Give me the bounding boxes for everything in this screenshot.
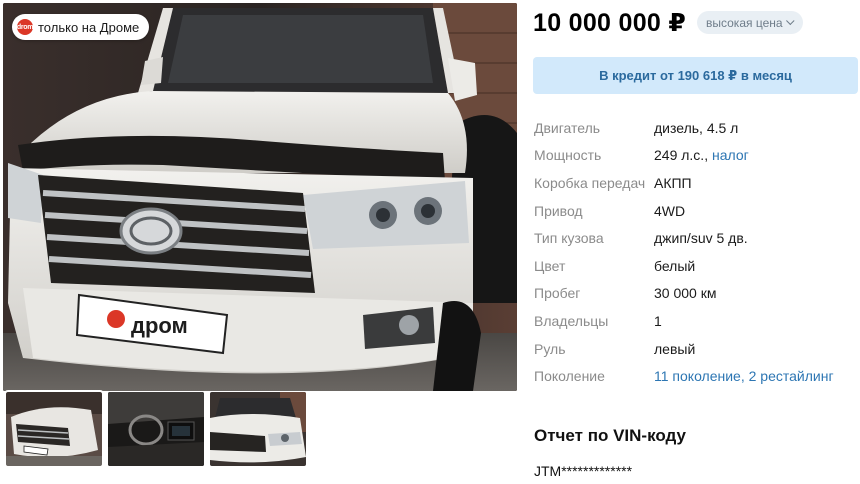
spec-value: 1 bbox=[654, 312, 662, 329]
spec-row-drive: Привод 4WD bbox=[534, 197, 859, 225]
spec-label: Коробка передач bbox=[534, 174, 646, 191]
spec-label: Тип кузова bbox=[534, 230, 604, 247]
spec-label: Владельцы bbox=[534, 312, 609, 329]
spec-value: дизель, 4.5 л bbox=[654, 119, 739, 136]
spec-row-mileage: Пробег 30 000 км bbox=[534, 280, 859, 308]
spec-label: Поколение bbox=[534, 368, 605, 385]
spec-value: 249 л.с., налог bbox=[654, 147, 749, 163]
thumbnail-front-image bbox=[6, 392, 102, 466]
price-rating-chip[interactable]: высокая цена bbox=[697, 11, 803, 34]
chevron-down-icon bbox=[785, 16, 795, 25]
thumbnail-interior[interactable] bbox=[108, 392, 204, 466]
spec-label: Цвет bbox=[534, 257, 566, 274]
generation-link[interactable]: 11 поколение, 2 рестайлинг bbox=[654, 368, 834, 384]
power-value: 249 л.с., bbox=[654, 147, 709, 164]
spec-row-engine: Двигатель дизель, 4.5 л bbox=[534, 114, 859, 142]
drom-logo-icon: drom bbox=[17, 19, 33, 35]
credit-button[interactable]: В кредит от 190 618 ₽ в месяц bbox=[533, 57, 858, 94]
thumbnail-strip bbox=[4, 390, 306, 468]
spec-row-transmission: Коробка передач АКПП bbox=[534, 169, 859, 197]
price-rating-label: высокая цена bbox=[706, 15, 783, 30]
exclusive-badge: drom только на Дроме bbox=[12, 14, 150, 40]
thumbnail-front-side-image bbox=[210, 392, 306, 466]
spec-label: Руль bbox=[534, 340, 566, 357]
spec-row-power: Мощность 249 л.с., налог bbox=[534, 142, 859, 170]
vin-value: JTM************* bbox=[534, 463, 633, 479]
vin-report-title: Отчет по VIN-коду bbox=[534, 426, 686, 445]
spec-value: левый bbox=[654, 340, 696, 357]
thumbnail-interior-image bbox=[108, 392, 204, 466]
spec-row-color: Цвет белый bbox=[534, 252, 859, 280]
spec-row-generation: Поколение 11 поколение, 2 рестайлинг bbox=[534, 362, 859, 390]
spec-label: Пробег bbox=[534, 285, 581, 302]
spec-value: 4WD bbox=[654, 202, 686, 219]
spec-row-steering: Руль левый bbox=[534, 335, 859, 363]
price: 10 000 000 ₽ bbox=[533, 9, 687, 37]
spec-row-body-type: Тип кузова джип/suv 5 дв. bbox=[534, 224, 859, 252]
plate-text: дром bbox=[131, 313, 188, 338]
spec-label: Мощность bbox=[534, 147, 602, 164]
thumbnail-front[interactable] bbox=[4, 390, 104, 468]
spec-value: джип/suv 5 дв. bbox=[654, 230, 748, 247]
exclusive-badge-label: только на Дроме bbox=[38, 19, 140, 35]
main-photo[interactable]: дром drom только на Дроме bbox=[3, 3, 517, 391]
spec-value: АКПП bbox=[654, 174, 692, 191]
thumbnail-front-side[interactable] bbox=[210, 392, 306, 466]
car-photo: дром bbox=[3, 3, 517, 391]
spec-label: Двигатель bbox=[534, 119, 601, 136]
spec-row-owners: Владельцы 1 bbox=[534, 307, 859, 335]
spec-value: 30 000 км bbox=[654, 285, 717, 302]
specs-table: Двигатель дизель, 4.5 л Мощность 249 л.с… bbox=[534, 114, 859, 390]
tax-link[interactable]: налог bbox=[712, 147, 749, 163]
spec-label: Привод bbox=[534, 202, 583, 219]
spec-value: белый bbox=[654, 257, 696, 274]
